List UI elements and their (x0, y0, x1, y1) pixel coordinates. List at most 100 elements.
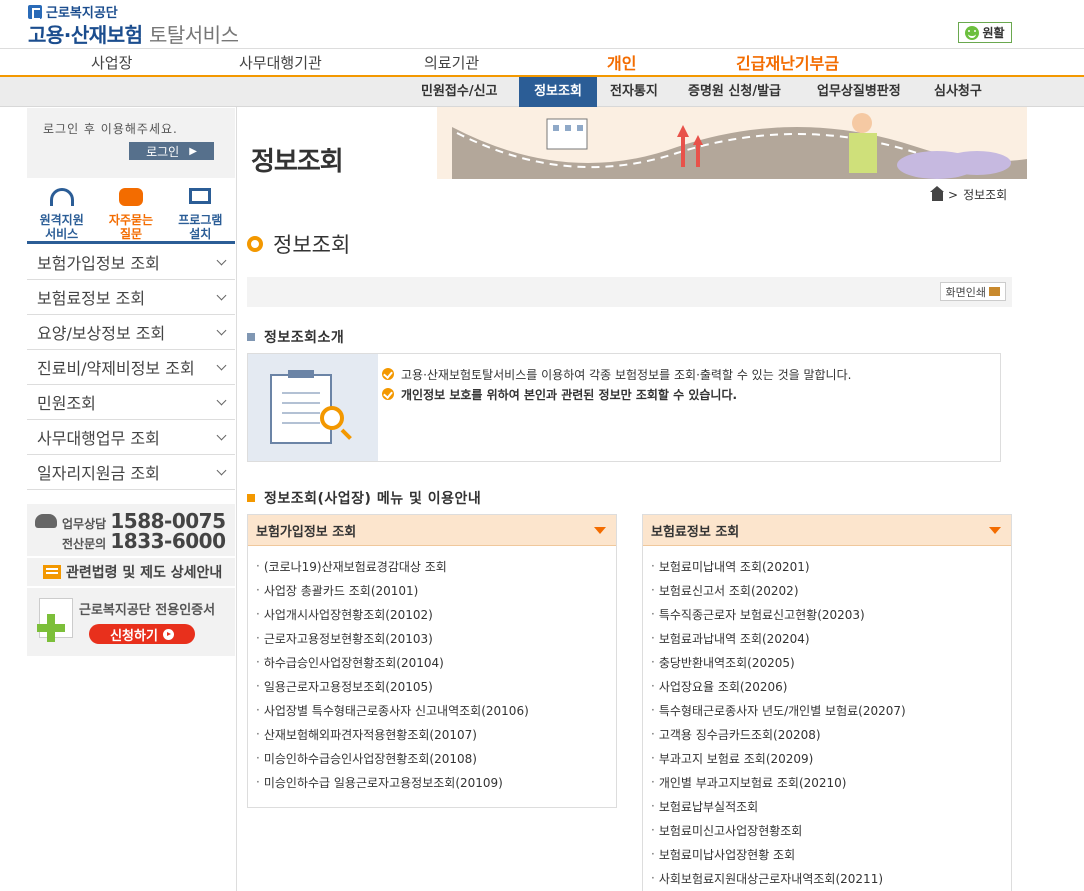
banner-illustration (437, 107, 1027, 179)
side-menu-agency-work[interactable]: 사무대행업무 조회 (27, 420, 235, 455)
banner-title: 정보조회 (251, 147, 344, 177)
list-item[interactable]: 부과고지 보험료 조회(20209) (651, 746, 1011, 770)
certificate-apply-button[interactable]: 신청하기 (89, 624, 195, 644)
insurance-join-box-header[interactable]: 보험가입정보 조회 (248, 515, 616, 546)
list-item[interactable]: 사회보험료지원대상근로자내역조회(20211) (651, 866, 1011, 890)
sub-nav-review-request[interactable]: 심사청구 (922, 77, 994, 107)
list-item[interactable]: 보험료납부실적조회 (651, 794, 1011, 818)
login-button[interactable]: 로그인 ▶ (129, 142, 214, 160)
home-icon[interactable] (930, 185, 944, 201)
org-logo-icon (28, 4, 42, 20)
list-item[interactable]: 하수급승인사업장현황조회(20104) (256, 650, 616, 674)
top-nav-disaster-donation[interactable]: 긴급재난기부금 (736, 50, 840, 80)
list-item[interactable]: 개인별 부과고지보험료 조회(20210) (651, 770, 1011, 794)
system-status-label: 원활 (982, 26, 1005, 40)
document-icon (43, 565, 61, 579)
plus-icon (37, 614, 65, 642)
sub-nav: 민원접수/신고 정보조회 전자통지 증명원 신청/발급 업무상질병판정 심사청구 (0, 77, 1084, 107)
list-item[interactable]: 특수형태근로종사자 년도/개인별 보험료(20207) (651, 698, 1011, 722)
print-button[interactable]: 화면인쇄 (939, 282, 1006, 301)
sub-nav-disease-judgment[interactable]: 업무상질병판정 (805, 77, 913, 107)
service-title[interactable]: 고용·산재보험 토탈서비스 (28, 19, 239, 48)
quick-remote-support[interactable]: 원격지원 서비스 (27, 180, 96, 241)
intro-illustration (248, 354, 378, 461)
printer-icon (989, 287, 1000, 296)
top-nav-agency[interactable]: 사무대행기관 (239, 52, 322, 73)
list-item[interactable]: 고객용 징수금카드조회(20208) (651, 722, 1011, 746)
intro-line: 고용·산재보험토탈서비스를 이용하여 각종 보험정보를 조회·출력할 수 있는 … (382, 364, 851, 384)
list-item[interactable]: 보험료과납내역 조회(20204) (651, 626, 1011, 650)
chevron-down-icon (216, 430, 227, 440)
top-nav-personal[interactable]: 개인 (607, 50, 637, 80)
quick-faq-line2: 질문 (119, 227, 143, 241)
list-item[interactable]: 특수직종근로자 보험료신고현황(20203) (651, 602, 1011, 626)
list-item[interactable]: 사업장요율 조회(20206) (651, 674, 1011, 698)
chevron-down-icon (216, 465, 227, 475)
chat-bubble-icon (118, 188, 143, 206)
triangle-down-icon (989, 526, 1001, 534)
menu-guide-heading-text: 정보조회(사업장) 메뉴 및 이용안내 (264, 491, 482, 507)
list-item[interactable]: 사업개시사업장현황조회(20102) (256, 602, 616, 626)
top-nav-workplace[interactable]: 사업장 (91, 52, 132, 73)
intro-line-text: 개인정보 보호를 위하여 본인과 관련된 정보만 조회할 수 있습니다. (401, 387, 738, 402)
insurance-join-list: (코로나19)산재보험료경감대상 조회 사업장 총괄카드 조회(20101) 사… (248, 546, 616, 794)
list-item[interactable]: 사업장별 특수형태근로종사자 신고내역조회(20106) (256, 698, 616, 722)
system-status-button[interactable]: 원활 (958, 22, 1012, 43)
list-item[interactable]: 보험료미신고사업장현황조회 (651, 818, 1011, 842)
list-item[interactable]: 사업장 총괄카드 조회(20101) (256, 578, 616, 602)
premium-info-box: 보험료정보 조회 보험료미납내역 조회(20201) 보험료신고서 조회(202… (642, 514, 1012, 891)
list-item[interactable]: 일용근로자고용정보조회(20105) (256, 674, 616, 698)
quick-links: 원격지원 서비스 자주묻는 질문 프로그램 설치 (27, 180, 235, 244)
monitor-icon (189, 188, 212, 204)
sub-nav-complaint[interactable]: 민원접수/신고 (409, 77, 510, 107)
list-item[interactable]: 보험료미납사업장현황 조회 (651, 842, 1011, 866)
chevron-down-icon (216, 255, 227, 265)
side-menu-insurance-join[interactable]: 보험가입정보 조회 (27, 245, 235, 280)
list-item[interactable]: 미승인하수급승인사업장현황조회(20108) (256, 746, 616, 770)
ring-bullet-icon (247, 236, 263, 252)
side-menu: 보험가입정보 조회 보험료정보 조회 요양/보상정보 조회 진료비/약제비정보 … (27, 245, 235, 490)
certificate-box: 근로복지공단 전용인증서 신청하기 (27, 588, 235, 656)
list-item[interactable]: 미승인하수급 일용근로자고용정보조회(20109) (256, 770, 616, 794)
side-menu-premium-info[interactable]: 보험료정보 조회 (27, 280, 235, 315)
intro-lines: 고용·산재보험토탈서비스를 이용하여 각종 보험정보를 조회·출력할 수 있는 … (382, 364, 851, 404)
top-nav-medical[interactable]: 의료기관 (424, 52, 479, 73)
square-bullet-icon (247, 333, 255, 341)
service-title-thin: 토탈서비스 (148, 23, 239, 47)
list-item[interactable]: 보험료신고서 조회(20202) (651, 578, 1011, 602)
side-menu-label: 진료비/약제비정보 조회 (37, 359, 195, 378)
insurance-join-box-title: 보험가입정보 조회 (256, 524, 357, 540)
page-banner: 정보조회 (237, 107, 1029, 179)
page-title: 정보조회 (247, 229, 350, 259)
breadcrumb: > 정보조회 (930, 185, 1007, 203)
quick-faq[interactable]: 자주묻는 질문 (96, 180, 165, 241)
quick-program-line2: 설치 (189, 227, 212, 241)
side-menu-medical-fees[interactable]: 진료비/약제비정보 조회 (27, 350, 235, 385)
list-item[interactable]: 산재보험해외파견자적용현황조회(20107) (256, 722, 616, 746)
list-item[interactable]: 보험료미납내역 조회(20201) (651, 554, 1011, 578)
quick-program-install[interactable]: 프로그램 설치 (166, 180, 235, 241)
intro-heading: 정보조회소개 (247, 327, 344, 347)
premium-info-box-header[interactable]: 보험료정보 조회 (643, 515, 1011, 546)
side-menu-job-subsidy[interactable]: 일자리지원금 조회 (27, 455, 235, 490)
list-item[interactable]: 충당반환내역조회(20205) (651, 650, 1011, 674)
list-item[interactable]: (코로나19)산재보험료경감대상 조회 (256, 554, 616, 578)
divider (236, 107, 237, 891)
check-icon (382, 388, 394, 400)
sub-nav-certificate[interactable]: 증명원 신청/발급 (676, 77, 793, 107)
side-menu-label: 일자리지원금 조회 (37, 464, 160, 483)
insurance-join-box: 보험가입정보 조회 (코로나19)산재보험료경감대상 조회 사업장 총괄카드 조… (247, 514, 617, 808)
intro-heading-text: 정보조회소개 (264, 330, 345, 346)
side-menu-label: 보험료정보 조회 (37, 289, 146, 308)
list-item[interactable]: 근로자고용정보현황조회(20103) (256, 626, 616, 650)
side-menu-care-compensation[interactable]: 요양/보상정보 조회 (27, 315, 235, 350)
side-menu-complaint-inquiry[interactable]: 민원조회 (27, 385, 235, 420)
phone-it-label: 전산문의 (62, 537, 107, 551)
chevron-down-icon (216, 290, 227, 300)
site-header: 근로복지공단 고용·산재보험 토탈서비스 원활 (0, 0, 1084, 48)
sub-nav-e-notice[interactable]: 전자통지 (598, 77, 670, 107)
sub-nav-info-inquiry[interactable]: 정보조회 (519, 77, 597, 107)
law-guide-link[interactable]: 관련법령 및 제도 상세안내 (27, 558, 235, 586)
chevron-down-icon (216, 360, 227, 370)
certificate-apply-label: 신청하기 (110, 628, 158, 644)
